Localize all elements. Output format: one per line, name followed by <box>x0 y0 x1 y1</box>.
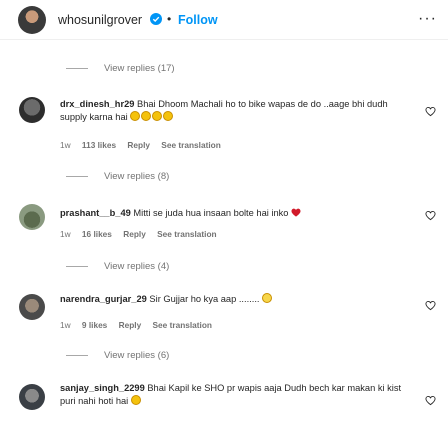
follow-button[interactable]: Follow <box>178 13 218 27</box>
clapping-hands-emoji-icon <box>262 293 273 303</box>
commenter-avatar[interactable] <box>19 97 45 123</box>
comment-text: sanjay_singh_2299 Bhai Kapil ke SHO pr w… <box>60 383 402 406</box>
red-heart-emoji-icon <box>291 208 301 217</box>
comment-text: narendra_gurjar_29 Sir Gujjar ho kya aap… <box>60 293 405 306</box>
likes-count[interactable]: 9 likes <box>82 320 107 330</box>
likes-count[interactable]: 113 likes <box>82 140 116 150</box>
laughing-emoji-icon <box>130 395 141 405</box>
reply-button[interactable]: Reply <box>123 229 146 239</box>
reply-button[interactable]: Reply <box>127 140 150 150</box>
view-replies-button[interactable]: View replies (8) <box>66 171 169 182</box>
like-heart-icon[interactable] <box>425 210 436 221</box>
like-heart-icon[interactable] <box>425 106 436 117</box>
laughing-emoji-icon <box>152 111 163 121</box>
like-heart-icon[interactable] <box>425 395 436 406</box>
commenter-avatar[interactable] <box>19 384 45 410</box>
commenter-username[interactable]: prashant__b_49 <box>60 208 131 218</box>
like-heart-icon[interactable] <box>425 300 436 311</box>
comment-meta: 1w 113 likes Reply See translation <box>60 140 221 150</box>
replies-divider <box>66 354 88 356</box>
emoji-group <box>130 111 174 122</box>
comment-meta: 1w 16 likes Reply See translation <box>60 229 217 239</box>
author-avatar[interactable] <box>18 6 46 34</box>
replies-divider <box>66 67 88 69</box>
comment-meta: 1w 9 likes Reply See translation <box>60 320 212 330</box>
post-header: whosunilgrover • Follow ··· <box>0 0 448 40</box>
likes-count[interactable]: 16 likes <box>82 229 112 239</box>
laughing-emoji-icon <box>130 111 141 121</box>
see-translation-button[interactable]: See translation <box>157 229 216 239</box>
more-options-icon[interactable]: ··· <box>418 10 437 28</box>
comment-text: prashant__b_49 Mitti se juda hua insaan … <box>60 207 405 220</box>
replies-divider <box>66 265 88 267</box>
replies-divider <box>66 175 88 177</box>
laughing-emoji-icon <box>141 111 152 121</box>
commenter-avatar[interactable] <box>19 204 45 230</box>
see-translation-button[interactable]: See translation <box>161 140 220 150</box>
comment-text: drx_dinesh_hr29 Bhai Dhoom Machali ho to… <box>60 99 388 122</box>
see-translation-button[interactable]: See translation <box>153 320 212 330</box>
reply-button[interactable]: Reply <box>119 320 142 330</box>
view-replies-button[interactable]: View replies (6) <box>66 350 169 361</box>
commenter-username[interactable]: drx_dinesh_hr29 <box>60 99 134 109</box>
view-replies-button[interactable]: View replies (4) <box>66 261 169 272</box>
author-username[interactable]: whosunilgrover <box>58 13 142 27</box>
separator-dot: • <box>167 12 172 26</box>
commenter-avatar[interactable] <box>19 294 45 320</box>
commenter-username: narendra_gurjar_29 <box>60 294 147 304</box>
laughing-emoji-icon <box>163 111 174 121</box>
commenter-username[interactable]: sanjay_singh_2299 <box>60 383 145 393</box>
view-replies-button[interactable]: View replies (17) <box>66 63 175 74</box>
verified-badge-icon <box>150 13 162 25</box>
